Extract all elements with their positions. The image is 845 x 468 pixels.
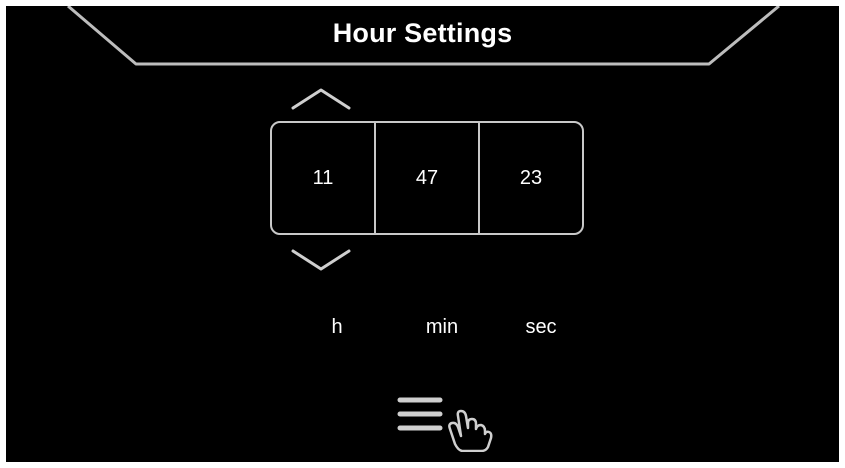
page-title: Hour Settings	[332, 18, 513, 48]
menu-tap-icon[interactable]	[392, 392, 496, 452]
device-screen: Hour Settings 11 47 23 h min sec	[6, 6, 839, 462]
seconds-field[interactable]: 23	[478, 123, 582, 233]
minutes-unit-label: min	[425, 316, 459, 338]
seconds-unit-label: sec	[525, 316, 557, 338]
hours-field[interactable]: 11	[272, 123, 374, 233]
time-picker: 11 47 23	[270, 121, 584, 235]
chevron-down-icon[interactable]	[291, 249, 351, 273]
hours-unit-label: h	[331, 316, 343, 338]
minutes-field[interactable]: 47	[374, 123, 478, 233]
chevron-up-icon[interactable]	[291, 86, 351, 110]
